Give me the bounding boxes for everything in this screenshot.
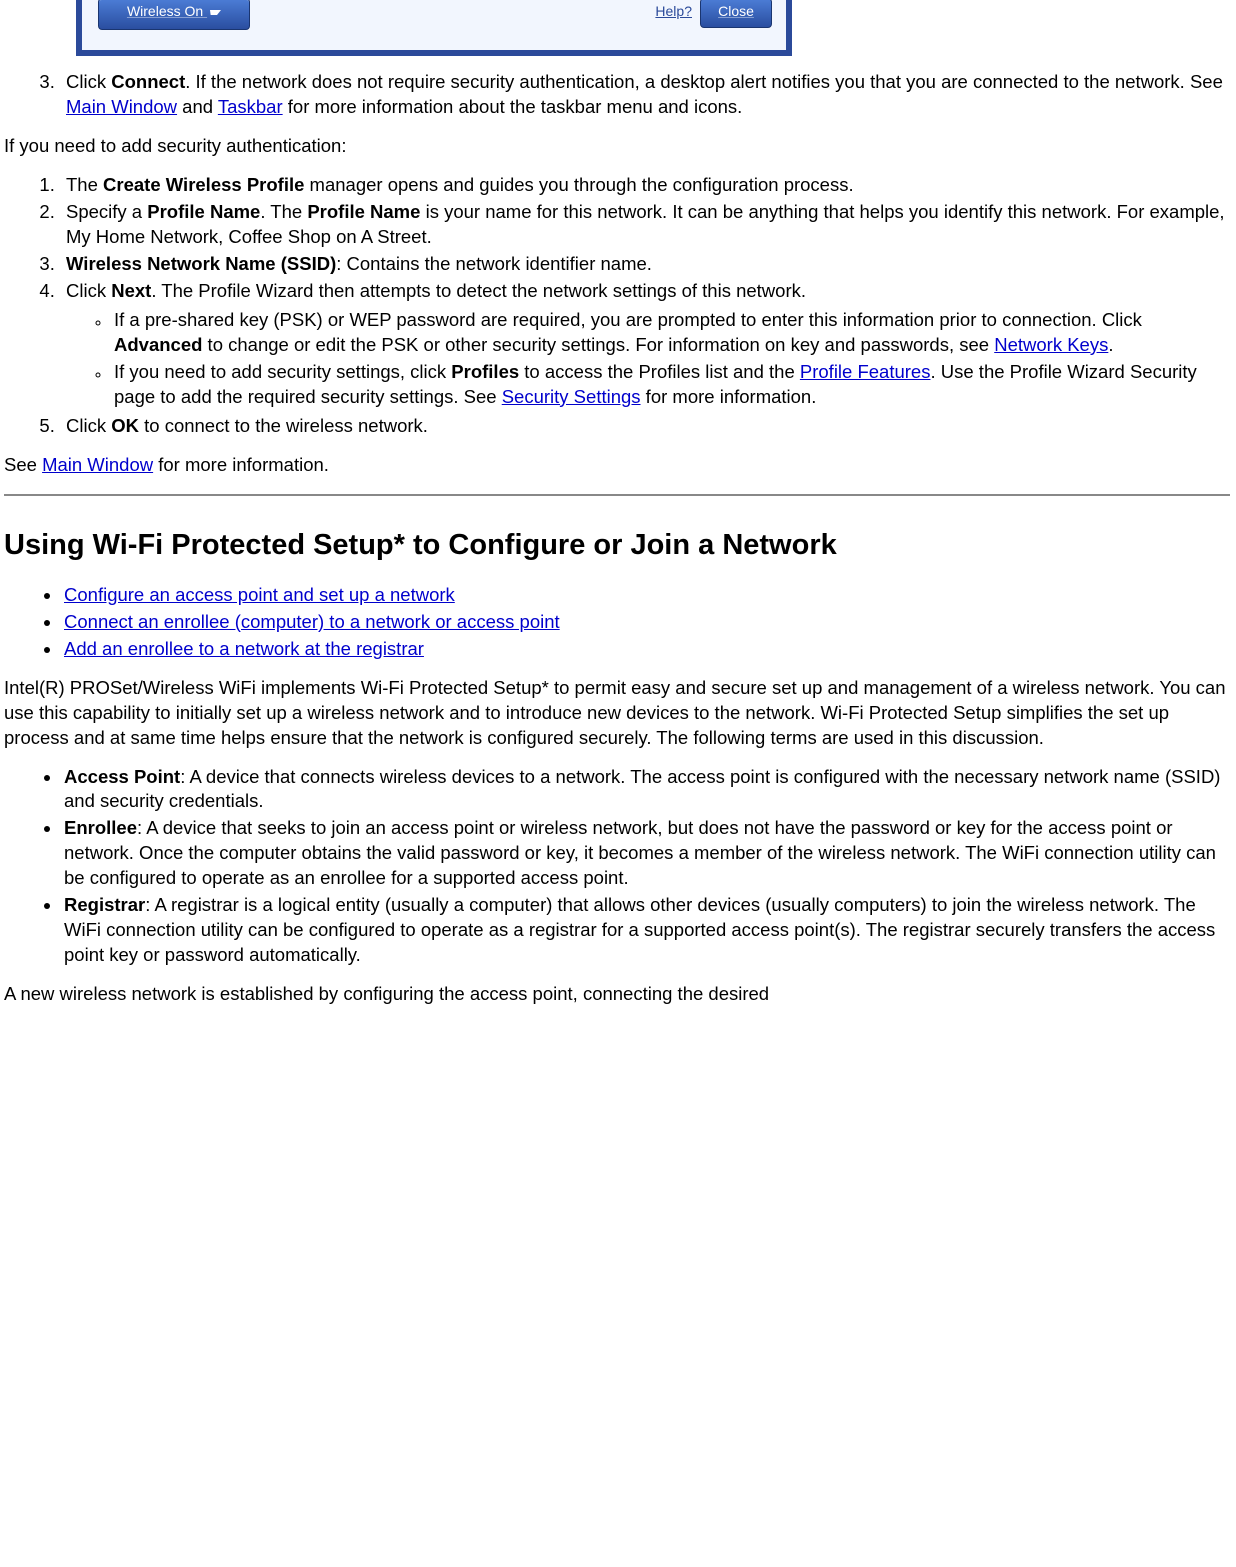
- text: : Contains the network identifier name.: [336, 253, 652, 274]
- text: to connect to the wireless network.: [139, 415, 428, 436]
- sec-step-4-sublist: If a pre-shared key (PSK) or WEP passwor…: [66, 308, 1230, 410]
- wps-topic-list: Configure an access point and set up a n…: [4, 583, 1230, 662]
- definitions-list: Access Point: A device that connects wir…: [4, 765, 1230, 969]
- text: Click: [66, 415, 111, 436]
- sec-step-2: Specify a Profile Name. The Profile Name…: [60, 200, 1230, 250]
- close-button[interactable]: Close: [700, 0, 772, 28]
- configure-ap-link[interactable]: Configure an access point and set up a n…: [64, 584, 455, 605]
- text: If you need to add security settings, cl…: [114, 361, 451, 382]
- def-registrar: Registrar: A registrar is a logical enti…: [62, 893, 1230, 968]
- help-link[interactable]: Help?: [655, 2, 692, 21]
- bold: Profiles: [451, 361, 519, 382]
- horizontal-rule: [4, 494, 1230, 496]
- profile-features-link[interactable]: Profile Features: [800, 361, 931, 382]
- bold: OK: [111, 415, 139, 436]
- bold: Create Wireless Profile: [103, 174, 304, 195]
- add-enrollee-link[interactable]: Add an enrollee to a network at the regi…: [64, 638, 424, 659]
- connect-enrollee-link[interactable]: Connect an enrollee (computer) to a netw…: [64, 611, 560, 632]
- sec-step-4-sub-1: If a pre-shared key (PSK) or WEP passwor…: [110, 308, 1230, 358]
- text: . If the network does not require securi…: [185, 71, 1223, 92]
- text: .: [1108, 334, 1113, 355]
- list-item: Connect an enrollee (computer) to a netw…: [62, 610, 1230, 635]
- term: Enrollee: [64, 817, 137, 838]
- text: : A registrar is a logical entity (usual…: [64, 894, 1215, 965]
- bold: Profile Name: [147, 201, 260, 222]
- closing-paragraph: A new wireless network is established by…: [4, 982, 1230, 1007]
- list-item: Add an enrollee to a network at the regi…: [62, 637, 1230, 662]
- security-intro-paragraph: If you need to add security authenticati…: [4, 134, 1230, 159]
- network-keys-link[interactable]: Network Keys: [994, 334, 1108, 355]
- text: If a pre-shared key (PSK) or WEP passwor…: [114, 309, 1142, 330]
- text: Specify a: [66, 201, 147, 222]
- dialog-footer-image: Wireless On Help? Close: [76, 0, 1230, 56]
- bold: Next: [111, 280, 151, 301]
- wps-description-paragraph: Intel(R) PROSet/Wireless WiFi implements…: [4, 676, 1230, 751]
- def-enrollee: Enrollee: A device that seeks to join an…: [62, 816, 1230, 891]
- see-main-window-paragraph: See Main Window for more information.: [4, 453, 1230, 478]
- text: Click: [66, 280, 111, 301]
- step-3-list: Click Connect. If the network does not r…: [4, 70, 1230, 120]
- text: for more information.: [153, 454, 329, 475]
- taskbar-link[interactable]: Taskbar: [218, 96, 283, 117]
- text: . The: [260, 201, 307, 222]
- step-3: Click Connect. If the network does not r…: [60, 70, 1230, 120]
- wireless-on-button[interactable]: Wireless On: [98, 0, 250, 30]
- sec-step-5: Click OK to connect to the wireless netw…: [60, 414, 1230, 439]
- text: The: [66, 174, 103, 195]
- wps-heading: Using Wi-Fi Protected Setup* to Configur…: [4, 526, 1230, 565]
- connect-bold: Connect: [111, 71, 185, 92]
- text: for more information about the taskbar m…: [283, 96, 743, 117]
- sec-step-3: Wireless Network Name (SSID): Contains t…: [60, 252, 1230, 277]
- wireless-on-label: Wireless On: [127, 3, 203, 19]
- text: and: [177, 96, 218, 117]
- close-label: Close: [718, 3, 754, 19]
- text: for more information.: [641, 386, 817, 407]
- text: : A device that connects wireless device…: [64, 766, 1220, 812]
- bold: Profile Name: [307, 201, 420, 222]
- main-window-link[interactable]: Main Window: [66, 96, 177, 117]
- sec-step-1: The Create Wireless Profile manager open…: [60, 173, 1230, 198]
- text: : A device that seeks to join an access …: [64, 817, 1216, 888]
- list-item: Configure an access point and set up a n…: [62, 583, 1230, 608]
- term: Access Point: [64, 766, 180, 787]
- text: manager opens and guides you through the…: [304, 174, 853, 195]
- def-access-point: Access Point: A device that connects wir…: [62, 765, 1230, 815]
- main-window-link-2[interactable]: Main Window: [42, 454, 153, 475]
- sec-step-4: Click Next. The Profile Wizard then atte…: [60, 279, 1230, 410]
- text: See: [4, 454, 42, 475]
- bold: Wireless Network Name (SSID): [66, 253, 336, 274]
- sec-step-4-sub-2: If you need to add security settings, cl…: [110, 360, 1230, 410]
- text: . The Profile Wizard then attempts to de…: [151, 280, 806, 301]
- bold: Advanced: [114, 334, 202, 355]
- text: Click: [66, 71, 111, 92]
- term: Registrar: [64, 894, 145, 915]
- text: to access the Profiles list and the: [519, 361, 800, 382]
- security-settings-link[interactable]: Security Settings: [502, 386, 641, 407]
- text: to change or edit the PSK or other secur…: [202, 334, 994, 355]
- security-steps-list: The Create Wireless Profile manager open…: [4, 173, 1230, 439]
